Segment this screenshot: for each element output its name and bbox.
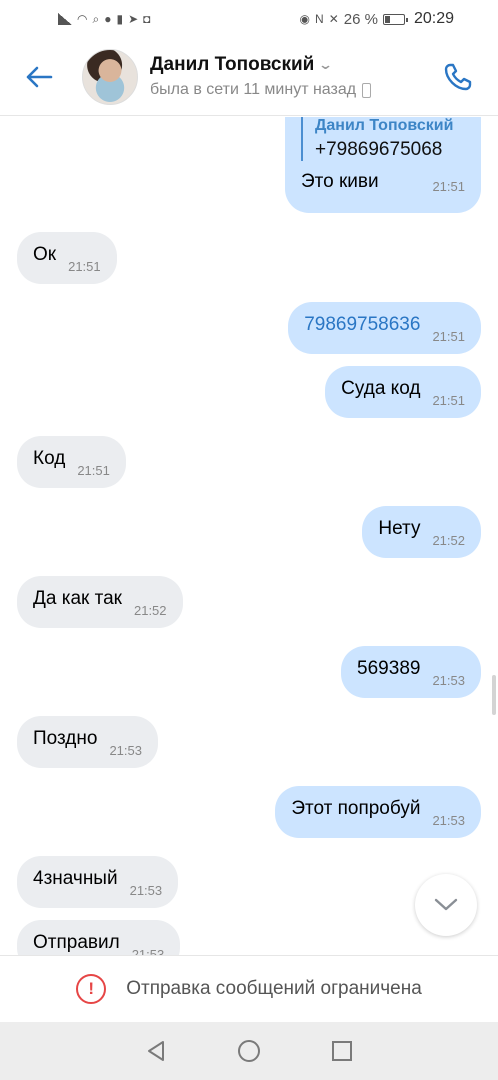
message-bubble-incoming[interactable]: Поздно 21:53	[17, 716, 158, 768]
message-time: 21:52	[133, 603, 167, 618]
message-list[interactable]: Данил Топовский +79869675068 Это киви 21…	[0, 117, 498, 955]
nav-back-button[interactable]	[143, 1038, 169, 1064]
chevron-down-icon[interactable]: ⌄	[318, 57, 333, 73]
message-link[interactable]: 79869758636	[304, 314, 420, 336]
chat-header: Данил Топовский ⌄ была в сети 11 минут н…	[0, 38, 498, 116]
message-bubble-outgoing[interactable]: 79869758636 21:51	[288, 302, 481, 354]
system-navigation-bar	[0, 1022, 498, 1080]
message-bubble-outgoing[interactable]: Суда код 21:51	[325, 366, 481, 418]
contact-status-row: была в сети 11 минут назад	[150, 81, 438, 99]
message-bubble-outgoing[interactable]: 569389 21:53	[341, 646, 481, 698]
message-time: 21:53	[129, 883, 163, 898]
avatar[interactable]	[82, 48, 138, 105]
message-bubble-outgoing[interactable]: Этот попробуй 21:53	[275, 786, 481, 838]
battery-percent: 26 %	[343, 10, 378, 28]
mute-icon: ✕	[328, 12, 339, 26]
message-text: 569389	[357, 658, 421, 679]
message-time: 21:52	[432, 533, 465, 548]
status-bar-right: ◉ N ✕ 26 % 20:29	[300, 10, 454, 28]
back-button[interactable]	[20, 58, 58, 96]
message-time: 21:53	[432, 813, 465, 828]
message-text: Поздно	[33, 728, 98, 749]
mobile-device-icon	[362, 82, 372, 98]
message-time: 21:53	[109, 743, 142, 758]
status-bar: ◠ ⌕ ● ▮ ➤ ◘ ◉ N ✕ 26 % 20:29	[0, 0, 498, 38]
message-bubble-outgoing[interactable]: Нету 21:52	[362, 506, 481, 558]
scrollbar[interactable]	[492, 675, 496, 715]
status-bar-left: ◠ ⌕ ● ▮ ➤ ◘	[58, 13, 150, 25]
message-time: 21:51	[432, 393, 465, 408]
call-button[interactable]	[438, 57, 478, 97]
message-text: Да как так	[33, 588, 122, 609]
contact-name-row: Данил Топовский ⌄	[150, 54, 438, 76]
message-text: 4значный	[33, 868, 118, 889]
message-text: Отправил	[33, 932, 120, 953]
restriction-notice-text: Отправка сообщений ограничена	[126, 978, 422, 999]
message-time: 21:51	[68, 259, 101, 274]
forwarded-phone: +79869675068	[315, 139, 443, 160]
nav-home-button[interactable]	[236, 1038, 262, 1064]
forwarded-quote: Данил Топовский +79869675068	[301, 117, 465, 161]
contact-status: была в сети 11 минут назад	[150, 81, 357, 98]
chevron-down-icon	[434, 898, 458, 911]
circle-home-icon	[237, 1040, 260, 1062]
contact-info[interactable]: Данил Топовский ⌄ была в сети 11 минут н…	[150, 54, 438, 99]
nfc-icon: N	[315, 12, 324, 26]
chat-icon: ●	[104, 12, 112, 26]
signal-icon	[58, 13, 72, 25]
forwarded-row: Это киви 21:51	[301, 171, 465, 194]
message-time: 21:53	[432, 673, 465, 688]
nav-recents-button[interactable]	[329, 1038, 355, 1064]
arrow-left-icon	[26, 66, 53, 87]
message-bubble-outgoing-forwarded[interactable]: Данил Топовский +79869675068 Это киви 21…	[285, 117, 481, 213]
battery-saver-icon: ▮	[116, 12, 124, 26]
message-text: Код	[33, 448, 66, 469]
message-time: 21:51	[432, 329, 465, 344]
message-bubble-incoming[interactable]: 4значный 21:53	[17, 856, 179, 908]
message-text: Этот попробуй	[291, 798, 421, 819]
message-bubble-incoming[interactable]: Код 21:51	[17, 436, 126, 488]
triangle-back-icon	[148, 1041, 165, 1061]
search-icon: ⌕	[92, 12, 100, 26]
restriction-notice: ! Отправка сообщений ограничена	[0, 955, 498, 1022]
message-text: Суда код	[341, 378, 421, 399]
telegram-icon: ➤	[128, 12, 139, 26]
wifi-icon: ◠	[77, 12, 88, 26]
phone-icon	[444, 63, 472, 90]
message-time: 21:53	[131, 947, 165, 955]
eye-icon: ◉	[299, 12, 311, 26]
message-text: Это киви	[301, 171, 379, 192]
message-bubble-incoming[interactable]: Да как так 21:52	[17, 576, 183, 628]
message-bubble-incoming[interactable]: Отправил 21:53	[17, 920, 181, 955]
message-time: 21:51	[77, 463, 110, 478]
clock: 20:29	[413, 10, 454, 27]
message-text: Нету	[378, 518, 421, 539]
square-recents-icon	[331, 1041, 352, 1061]
forwarded-author[interactable]: Данил Топовский	[315, 117, 465, 135]
battery-icon	[382, 13, 408, 25]
scroll-down-button[interactable]	[415, 874, 477, 936]
contact-name: Данил Топовский	[150, 54, 315, 75]
warning-icon: !	[76, 974, 107, 1004]
message-text: Ок	[33, 244, 57, 265]
message-bubble-incoming[interactable]: Ок 21:51	[17, 232, 117, 284]
instagram-icon: ◘	[143, 12, 151, 26]
message-time: 21:51	[432, 179, 465, 194]
